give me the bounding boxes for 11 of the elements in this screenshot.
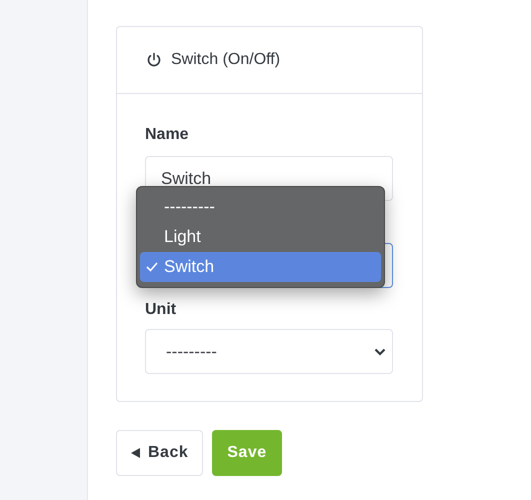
field-label: Unit [145,300,178,320]
dropdown-option[interactable]: Light [140,222,381,252]
power-icon [146,52,162,68]
field-label: Name [145,125,190,145]
back-button[interactable]: Back [116,430,204,476]
triangle-left-icon [131,448,140,458]
chevron-down-icon [374,348,386,356]
checkmark-icon [146,262,158,272]
dropdown-option[interactable]: Switch [140,252,381,282]
unit-select[interactable]: --------- [145,329,393,374]
card-title: Switch (On/Off) [171,50,280,70]
